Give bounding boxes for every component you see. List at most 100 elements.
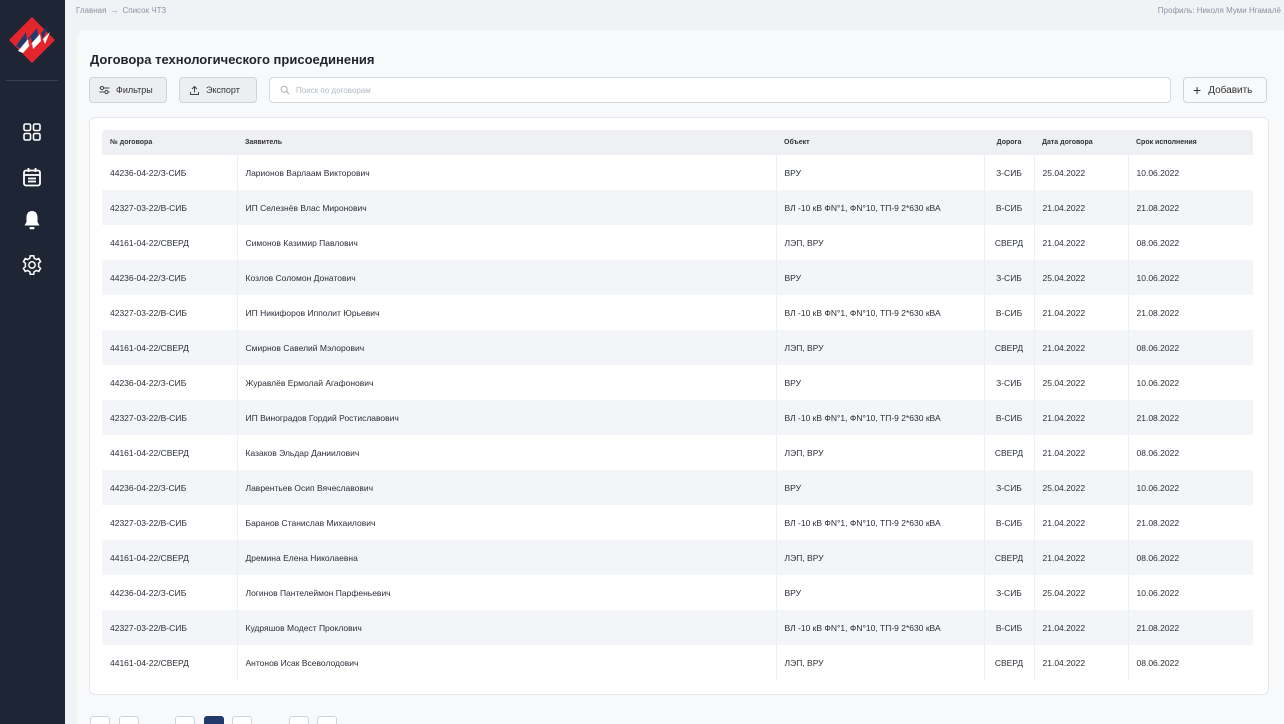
cell-object: ВЛ -10 кВ ФN°1, ФN°10, ТП-9 2*630 кВА [776, 295, 985, 330]
cell-date: 25.04.2022 [1034, 260, 1129, 295]
cell-date: 21.04.2022 [1034, 330, 1129, 365]
cell-deadline: 10.06.2022 [1136, 167, 1180, 178]
table-row[interactable]: 44161-04-22/СВЕРД Смирнов Савелий Мэлоров… [102, 330, 1253, 365]
main-content: Договора технологического присоединения … [77, 30, 1284, 724]
breadcrumb: Главная → Список ЧТЗ [76, 6, 166, 15]
table-header-row: № договора Заявитель Объект Дорога Дата … [102, 130, 1253, 155]
cell-number: 42327-03-22/В-СИБ [102, 295, 238, 330]
cell-object: ЛЭП, ВРУ [776, 435, 985, 470]
calendar-icon[interactable] [20, 165, 44, 189]
cell-object: ЛЭП, ВРУ [776, 540, 985, 575]
cell-road: З-СИБ [984, 260, 1035, 295]
company-logo[interactable] [7, 15, 57, 65]
cell-number: 44161-04-22/СВЕРД [102, 330, 238, 365]
cell-object: ВРУ [776, 260, 985, 295]
cell-object: ЛЭП, ВРУ [776, 225, 985, 260]
table-row[interactable]: 44236-04-22/З-СИБ Логинов Пантелеймон Пар… [102, 575, 1253, 610]
cell-object: ВЛ -10 кВ ФN°1, ФN°10, ТП-9 2*630 кВА [776, 400, 985, 435]
cell-object: ЛЭП, ВРУ [776, 645, 985, 680]
cell-number: 42327-03-22/В-СИБ [102, 505, 238, 540]
dashboard-grid-icon[interactable] [20, 120, 44, 144]
table-row[interactable]: 44236-04-22/З-СИБ Козлов Соломон Донатови… [102, 260, 1253, 295]
column-header-deadline[interactable]: Срок исполнения [1128, 130, 1253, 155]
search-icon [280, 85, 290, 95]
plus-icon: + [1193, 82, 1202, 98]
cell-deadline: 21.08.2022 [1128, 610, 1253, 645]
table-row[interactable]: 44161-04-22/СВЕРД Симонов Казимир Павлови… [102, 225, 1253, 260]
bell-icon[interactable] [20, 208, 44, 232]
table-row[interactable]: 44161-04-22/СВЕРД Дремина Елена Николаевн… [102, 540, 1253, 575]
table-row[interactable]: 44236-04-22/З-СИБ Ларионов Варлаам Виктор… [102, 155, 1253, 190]
column-header-date[interactable]: Дата договора [1034, 130, 1128, 155]
add-button[interactable]: + Добавить [1183, 77, 1267, 103]
gear-icon[interactable] [20, 253, 44, 277]
table-row[interactable]: 44236-04-22/З-СИБ Журавлёв Ермолай Агафон… [102, 365, 1253, 400]
column-header-road[interactable]: Дорога [984, 130, 1034, 155]
cell-deadline: 08.06.2022 [1128, 330, 1253, 365]
cell-deadline: 08.06.2022 [1136, 657, 1180, 668]
cell-applicant: Кудряшов Модест Проклович [237, 610, 777, 645]
cell-date: 21.04.2022 [1034, 540, 1129, 575]
search-input[interactable] [296, 85, 1156, 95]
sidebar-divider [6, 80, 58, 81]
pagination-page-button[interactable] [175, 716, 195, 724]
table-row[interactable]: 44161-04-22/СВЕРД Антонов Исак Всеволодов… [102, 645, 1253, 680]
cell-applicant: Смирнов Савелий Мэлорович [237, 330, 777, 365]
table-row[interactable]: 42327-03-22/В-СИБ ИП Никифоров Ипполит Юр… [102, 295, 1253, 330]
profile-link[interactable]: Профиль: Николя Муми Нгамалё [1158, 6, 1281, 15]
breadcrumb-home[interactable]: Главная [76, 6, 106, 15]
pagination-page-button[interactable] [232, 716, 252, 724]
cell-number: 44161-04-22/СВЕРД [102, 540, 238, 575]
cell-deadline: 08.06.2022 [1136, 237, 1180, 248]
table-row[interactable]: 44236-04-22/З-СИБ Лаврентьев Осип Вячесла… [102, 470, 1253, 505]
cell-object: ВРУ [776, 575, 985, 610]
table-row[interactable]: 42327-03-22/В-СИБ ИП Селезнёв Влас Мироно… [102, 190, 1253, 225]
cell-road: В-СИБ [984, 295, 1035, 330]
cell-deadline: 10.06.2022 [1128, 260, 1253, 295]
cell-number: 44161-04-22/СВЕРД [102, 645, 238, 680]
table-row[interactable]: 42327-03-22/В-СИБ Баранов Станислав Михаи… [102, 505, 1253, 540]
cell-deadline: 21.08.2022 [1128, 190, 1253, 225]
cell-road: З-СИБ [984, 470, 1035, 505]
cell-deadline: 10.06.2022 [1128, 470, 1253, 505]
cell-road: СВЕРД [984, 645, 1035, 680]
cell-road: СВЕРД [984, 225, 1035, 260]
cell-deadline: 21.08.2022 [1128, 400, 1253, 435]
pagination-page-button[interactable] [289, 716, 309, 724]
cell-deadline: 21.08.2022 [1136, 307, 1180, 318]
table-row[interactable]: 42327-03-22/В-СИБ ИП Виноградов Гордий Ро… [102, 400, 1253, 435]
cell-object: ВРУ [776, 470, 985, 505]
cell-applicant: Казаков Эльдар Даниилович [237, 435, 777, 470]
cell-object: ВЛ -10 кВ ФN°1, ФN°10, ТП-9 2*630 кВА [776, 190, 985, 225]
table-row[interactable]: 44161-04-22/СВЕРД Казаков Эльдар Даниилов… [102, 435, 1253, 470]
filters-label: Фильтры [116, 85, 153, 95]
cell-applicant: Логинов Пантелеймон Парфеньевич [237, 575, 777, 610]
column-header-number[interactable]: № договора [102, 130, 237, 155]
cell-number: 44236-04-22/З-СИБ [102, 575, 238, 610]
cell-object: ВЛ -10 кВ ФN°1, ФN°10, ТП-9 2*630 кВА [776, 505, 985, 540]
cell-date: 21.04.2022 [1034, 190, 1129, 225]
column-header-applicant[interactable]: Заявитель [237, 130, 776, 155]
cell-date: 21.04.2022 [1034, 400, 1129, 435]
export-button[interactable]: Экспорт [179, 77, 257, 103]
pagination-first-button[interactable] [90, 716, 110, 724]
contracts-card: № договора Заявитель Объект Дорога Дата … [89, 117, 1269, 695]
topbar: Главная → Список ЧТЗ Профиль: Николя Муми … [65, 0, 1284, 22]
table-row[interactable]: 42327-03-22/В-СИБ Кудряшов Модест Проклов… [102, 610, 1253, 645]
export-label: Экспорт [206, 85, 240, 95]
pagination-prev-button[interactable] [119, 716, 139, 724]
cell-date: 25.04.2022 [1034, 575, 1129, 610]
cell-date: 25.04.2022 [1034, 155, 1129, 190]
pagination-next-button[interactable] [317, 716, 337, 724]
cell-road: СВЕРД [984, 540, 1035, 575]
pagination-current-page[interactable] [204, 716, 224, 724]
cell-date: 21.04.2022 [1034, 295, 1129, 330]
cell-date: 21.04.2022 [1034, 610, 1129, 645]
column-header-object[interactable]: Объект [776, 130, 984, 155]
filters-button[interactable]: Фильтры [89, 77, 167, 103]
cell-road: В-СИБ [984, 190, 1035, 225]
cell-applicant: ИП Никифоров Ипполит Юрьевич [237, 295, 777, 330]
table-body: 44236-04-22/З-СИБ Ларионов Варлаам Виктор… [102, 155, 1253, 680]
cell-deadline: 21.08.2022 [1136, 517, 1180, 528]
cell-road: В-СИБ [984, 610, 1035, 645]
